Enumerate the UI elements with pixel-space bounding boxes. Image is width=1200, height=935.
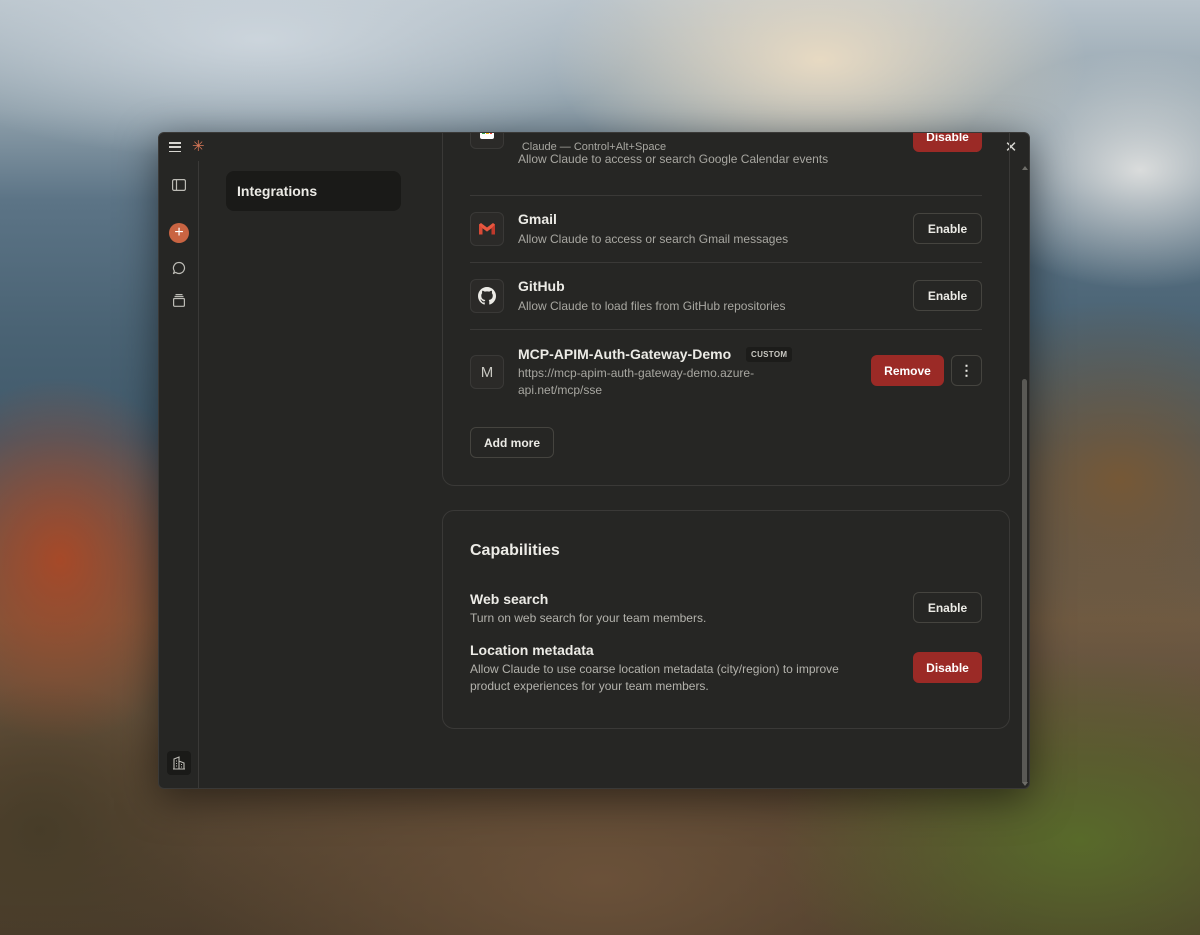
disable-google-calendar-button[interactable]: Disable (913, 133, 982, 152)
capability-name: Location metadata (470, 642, 594, 658)
divider (470, 195, 982, 196)
google-calendar-icon (470, 133, 504, 149)
integration-row-github: GitHub Allow Claude to load files from G… (470, 278, 982, 313)
integration-row-gmail: Gmail Allow Claude to access or search G… (470, 211, 982, 246)
integration-row-mcp-custom: M MCP-APIM-Auth-Gateway-Demo CUSTOM http… (470, 346, 982, 406)
section-title: Capabilities (470, 542, 560, 559)
integration-name: MCP-APIM-Auth-Gateway-Demo (518, 346, 732, 362)
gmail-icon (470, 212, 504, 246)
enable-web-search-button[interactable]: Enable (913, 592, 982, 623)
integration-url: api.net/mcp/sse (518, 383, 603, 397)
divider (470, 329, 982, 330)
capability-description: Allow Claude to use coarse location meta… (470, 662, 839, 693)
integrations-card: Allow Claude to access or search Google … (442, 133, 1010, 486)
integration-name: Gmail (518, 211, 557, 227)
scroll-down-arrow-icon[interactable] (1022, 782, 1028, 786)
building-icon[interactable] (167, 751, 191, 775)
enable-github-button[interactable]: Enable (913, 280, 982, 311)
capability-description: Turn on web search for your team members… (470, 611, 707, 625)
capabilities-card: Capabilities Web search Turn on web sear… (442, 510, 1010, 729)
sidebar-rail: + (159, 161, 199, 788)
enable-gmail-button[interactable]: Enable (913, 213, 982, 244)
integration-name: GitHub (518, 278, 565, 294)
app-window: ✳ Claude — Control+Alt+Space ✕ + Integra… (158, 132, 1030, 789)
integration-row-google-calendar: Allow Claude to access or search Google … (470, 133, 982, 175)
disable-location-metadata-button[interactable]: Disable (913, 652, 982, 683)
chat-bubble-icon[interactable] (168, 257, 190, 279)
remove-integration-button[interactable]: Remove (871, 355, 944, 386)
add-more-button[interactable]: Add more (470, 427, 554, 458)
custom-badge: CUSTOM (746, 347, 793, 362)
integration-description: Allow Claude to access or search Gmail m… (518, 232, 789, 246)
archive-icon[interactable] (168, 289, 190, 311)
integration-description: Allow Claude to load files from GitHub r… (518, 299, 786, 313)
sidebar-toggle-icon[interactable] (168, 174, 190, 196)
custom-integration-letter-icon: M (470, 355, 504, 389)
more-options-icon[interactable]: ⋮ (951, 355, 982, 386)
integration-url: https://mcp-apim-auth-gateway-demo.azure… (518, 366, 755, 380)
settings-nav-integrations[interactable]: Integrations (226, 171, 401, 211)
scrollbar-thumb[interactable] (1022, 379, 1027, 784)
github-icon (470, 279, 504, 313)
capability-name: Web search (470, 591, 549, 607)
new-chat-button[interactable]: + (169, 223, 189, 243)
integration-description: Allow Claude to access or search Google … (518, 152, 829, 166)
divider (470, 262, 982, 263)
scroll-up-arrow-icon[interactable] (1022, 166, 1028, 170)
